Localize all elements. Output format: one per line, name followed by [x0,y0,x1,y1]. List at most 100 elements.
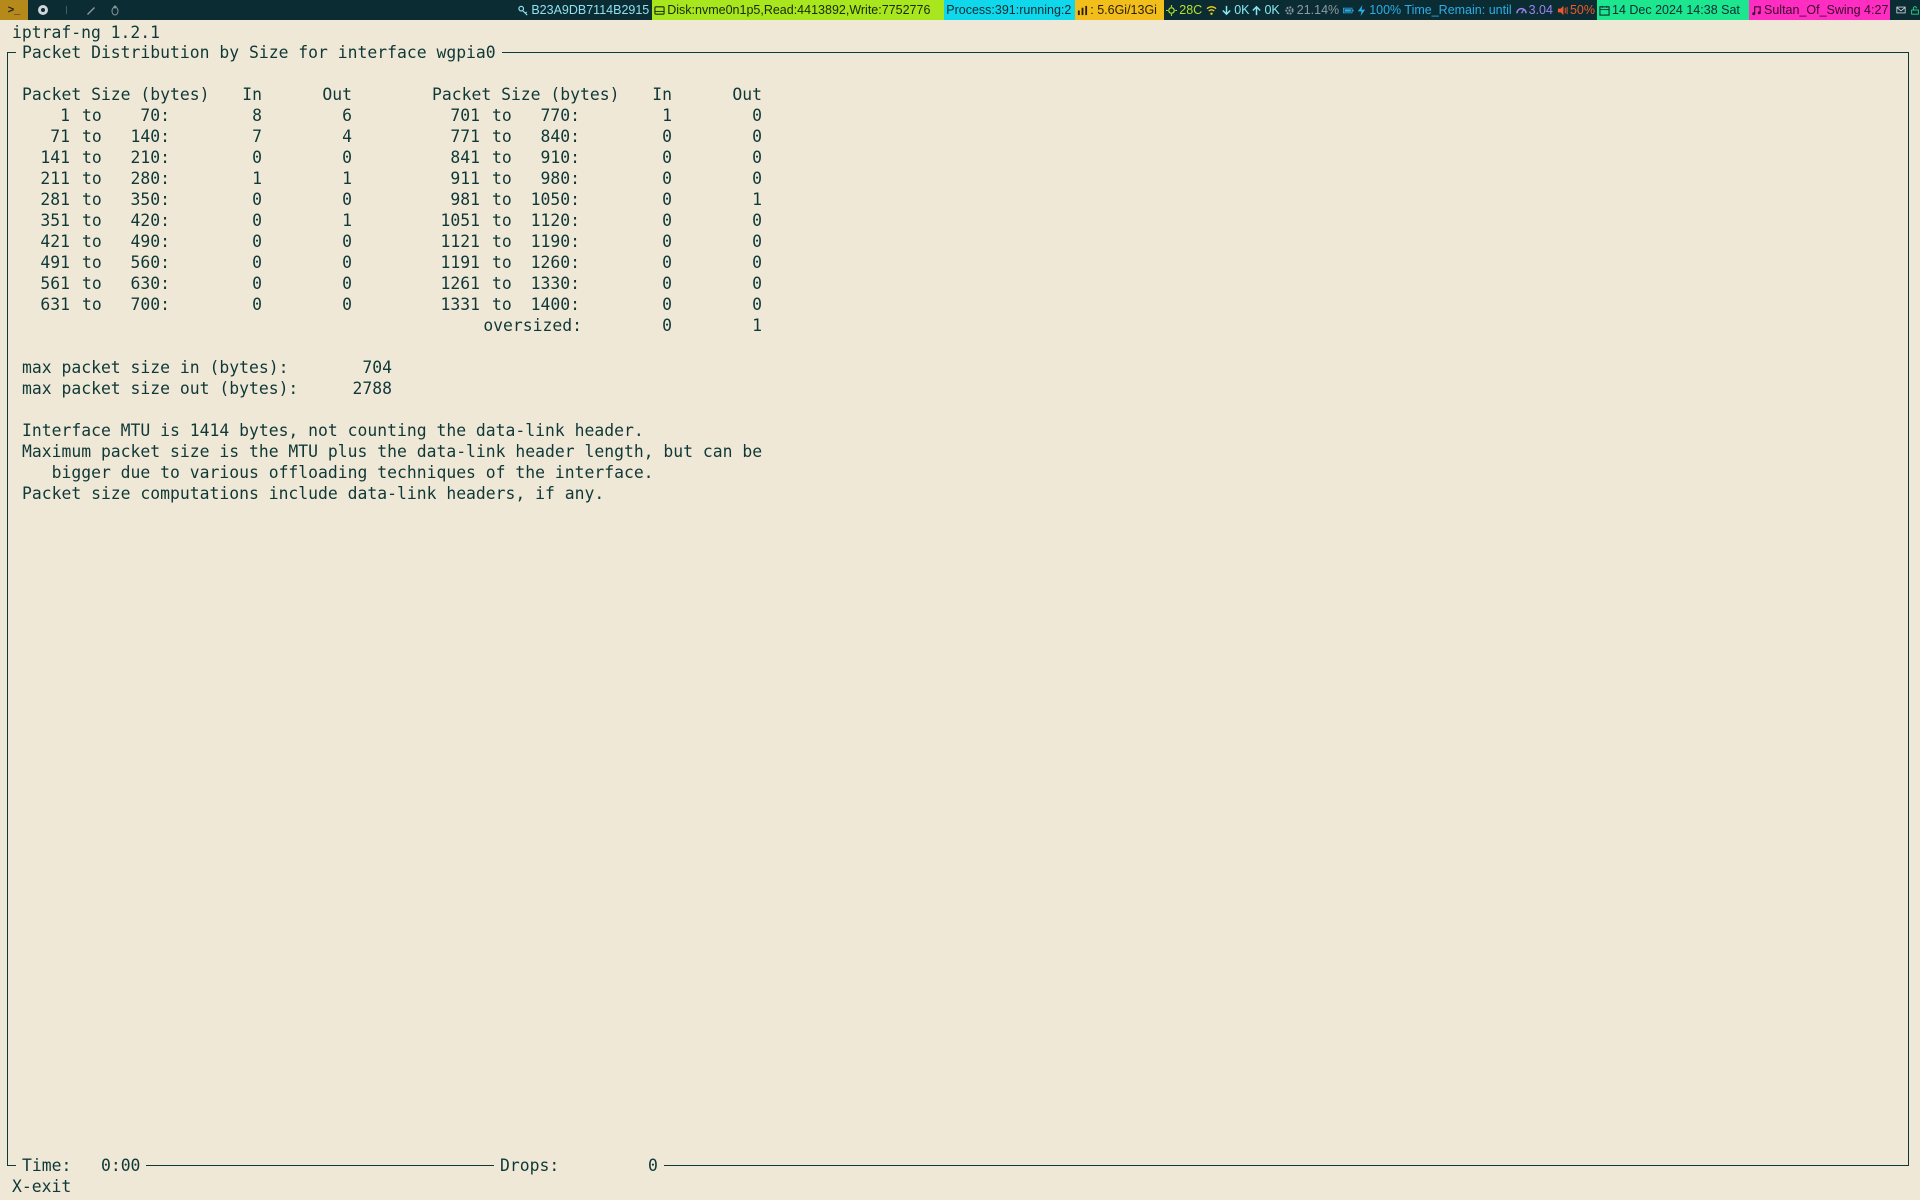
row-left-from: 631 [40,295,70,314]
panel-title: Packet Distribution by Size for interfac… [16,42,502,63]
row-right-from: 981 [450,190,480,209]
row-left-out: 1 [342,211,352,230]
row-right-to: 1190: [530,232,580,251]
row-right-from: 701 [450,106,480,125]
note-mtu: Interface MTU is 1414 bytes, not countin… [22,421,644,440]
key-icon [518,5,528,16]
row-left-separator: to [82,232,102,251]
row-left-to: 280: [130,169,170,188]
row-right-out: 0 [752,253,762,272]
row-right-separator: to [492,106,512,125]
row-right-in: 1 [662,106,672,125]
app-title: iptraf-ng 1.2.1 [12,23,161,42]
row-right-separator: to [492,232,512,251]
date-indicator[interactable]: 14 Dec 2024 14:38 Sat [1597,0,1749,20]
workspace-browser-icon[interactable] [34,0,52,20]
row-left-to: 560: [130,253,170,272]
gear-icon [1285,5,1294,15]
row-left-in: 8 [252,106,262,125]
row-left-from: 141 [40,148,70,167]
row-left-in: 0 [252,232,262,251]
header-size-right: Packet Size (bytes) [432,85,620,104]
row-right-separator: to [492,169,512,188]
wifi-icon [1206,5,1217,15]
network-tray-icon[interactable] [1910,4,1920,16]
row-right-to: 1120: [530,211,580,230]
row-left-separator: to [82,169,102,188]
row-left-from: 491 [40,253,70,272]
oversized-out: 1 [752,316,762,335]
row-right-in: 0 [662,127,672,146]
cpu-indicator: 21.14% [1282,0,1341,20]
row-left-out: 0 [342,253,352,272]
row-left-from: 561 [40,274,70,293]
header-out-right: Out [732,85,762,104]
max-in-label: max packet size in (bytes): [22,358,289,377]
row-right-from: 1331 [440,295,480,314]
row-right-in: 0 [662,274,672,293]
workspace-linux-icon[interactable] [106,0,124,20]
row-left-out: 0 [342,232,352,251]
row-right-from: 1261 [440,274,480,293]
exit-hint[interactable]: X-exit [12,1176,71,1197]
row-right-out: 0 [752,211,762,230]
row-right-to: 1330: [530,274,580,293]
note-offloading: bigger due to various offloading techniq… [22,463,654,482]
row-left-separator: to [82,106,102,125]
row-right-in: 0 [662,211,672,230]
row-right-in: 0 [662,148,672,167]
row-right-to: 980: [540,169,580,188]
row-left-out: 0 [342,274,352,293]
row-right-out: 0 [752,274,762,293]
arrow-down-icon [1222,5,1231,15]
row-left-to: 210: [130,148,170,167]
row-right-in: 0 [662,169,672,188]
arrow-up-icon [1252,5,1262,15]
volume-indicator[interactable]: 50% [1555,0,1597,20]
disk-icon [654,5,665,15]
terminal-icon: >_ [7,4,21,16]
row-left-from: 211 [40,169,70,188]
row-left-to: 350: [130,190,170,209]
music-indicator[interactable]: Sultan_Of_Swing 4:27 [1749,0,1890,20]
workspace-editor-icon[interactable] [82,0,100,20]
row-right-out: 0 [752,106,762,125]
row-right-from: 771 [450,127,480,146]
row-left-to: 420: [130,211,170,230]
row-left-out: 0 [342,190,352,209]
row-left-separator: to [82,148,102,167]
header-in-right: In [652,85,672,104]
row-left-out: 4 [342,127,352,146]
row-right-in: 0 [662,232,672,251]
row-right-in: 0 [662,253,672,272]
row-left-in: 0 [252,211,262,230]
row-right-out: 0 [752,169,762,188]
max-out-value: 2788 [352,379,392,398]
row-left-from: 1 [60,106,70,125]
wifi-indicator[interactable] [1204,0,1219,20]
gauge-icon [1515,7,1527,14]
row-right-in: 0 [662,295,672,314]
row-left-in: 7 [252,127,262,146]
workspace-separator-icon[interactable] [58,0,76,20]
row-right-to: 1260: [530,253,580,272]
panel-border-bottom [7,1165,1909,1166]
terminal-launcher-button[interactable]: >_ [0,0,28,20]
music-note-icon [1752,5,1761,15]
row-right-from: 841 [450,148,480,167]
row-right-out: 0 [752,148,762,167]
mail-icon[interactable] [1896,4,1906,16]
row-right-to: 1400: [530,295,580,314]
row-right-from: 1051 [440,211,480,230]
row-right-from: 1121 [440,232,480,251]
top-status-bar: >_ B23A9DB7114B2915 Disk:nvme0n1p5,Read:… [0,0,1920,20]
header-size-left: Packet Size (bytes) [22,85,210,104]
footer-time: Time: 0:00 [16,1155,147,1176]
speaker-icon [1557,5,1568,15]
network-indicator: 0K 0K [1219,0,1282,20]
row-right-separator: to [492,253,512,272]
row-right-out: 1 [752,190,762,209]
row-right-from: 911 [450,169,480,188]
row-left-to: 490: [130,232,170,251]
row-left-separator: to [82,295,102,314]
